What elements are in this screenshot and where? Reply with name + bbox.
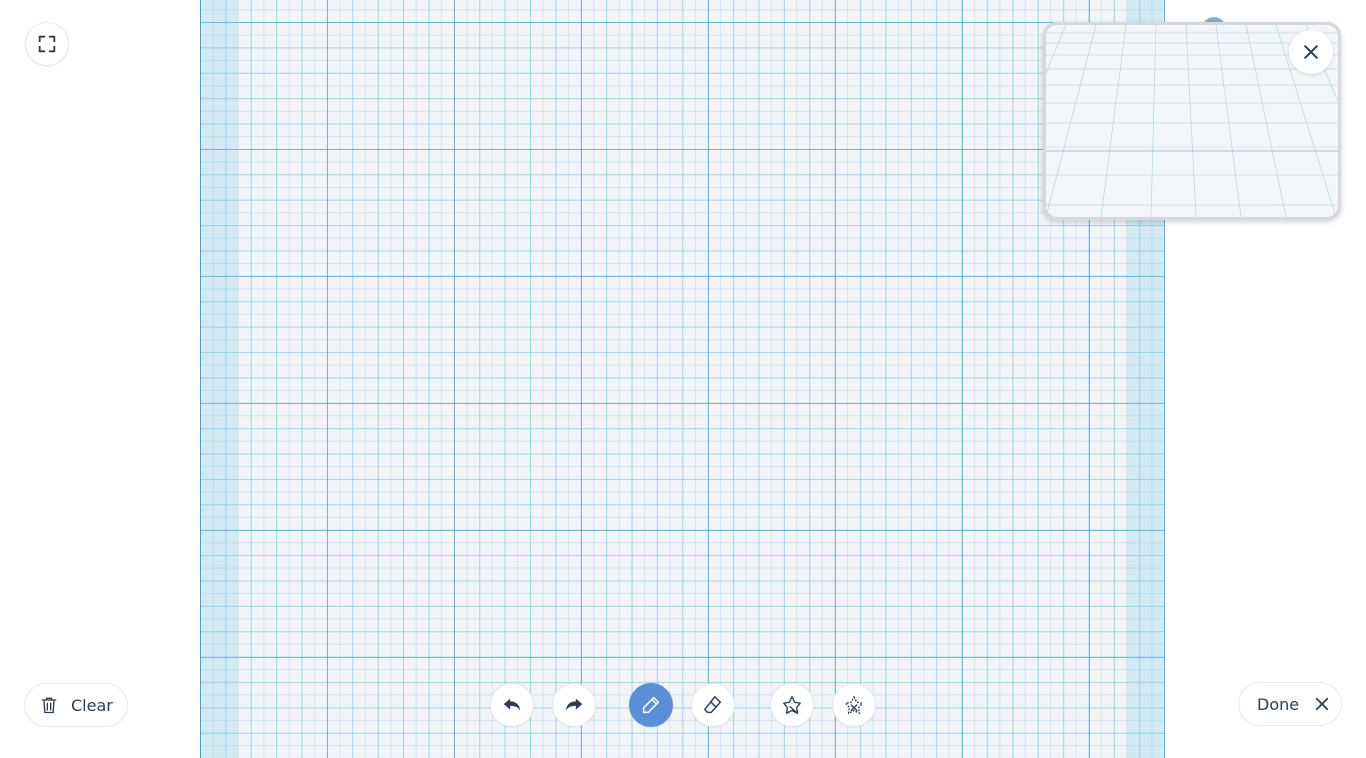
clear-button[interactable]: Clear (24, 683, 128, 727)
pencil-icon (642, 696, 660, 714)
clear-label: Clear (71, 695, 113, 715)
trash-icon (41, 697, 57, 714)
shape-tool-button[interactable] (770, 683, 814, 727)
close-icon (1304, 45, 1318, 59)
close-preview-button[interactable] (1289, 30, 1333, 74)
done-label: Done (1257, 694, 1300, 714)
shape-icon (783, 696, 801, 714)
fullscreen-icon (38, 35, 56, 53)
shape-eraser-icon (845, 696, 863, 714)
pencil-tool-button[interactable] (629, 683, 673, 727)
undo-icon (503, 698, 521, 711)
done-button[interactable]: Done (1238, 682, 1342, 726)
redo-icon (565, 698, 583, 711)
paper-left-margin (200, 0, 238, 758)
paper-left-edge (200, 0, 201, 758)
shape-eraser-tool-button[interactable] (832, 683, 876, 727)
eraser-tool-button[interactable] (691, 683, 735, 727)
eraser-icon (704, 696, 722, 714)
graph-paper-canvas[interactable] (200, 0, 1165, 758)
redo-button[interactable] (552, 683, 596, 727)
close-icon (1315, 697, 1329, 711)
drawing-workspace: Clear Done (0, 0, 1366, 758)
fullscreen-button[interactable] (25, 22, 69, 66)
undo-button[interactable] (490, 683, 534, 727)
